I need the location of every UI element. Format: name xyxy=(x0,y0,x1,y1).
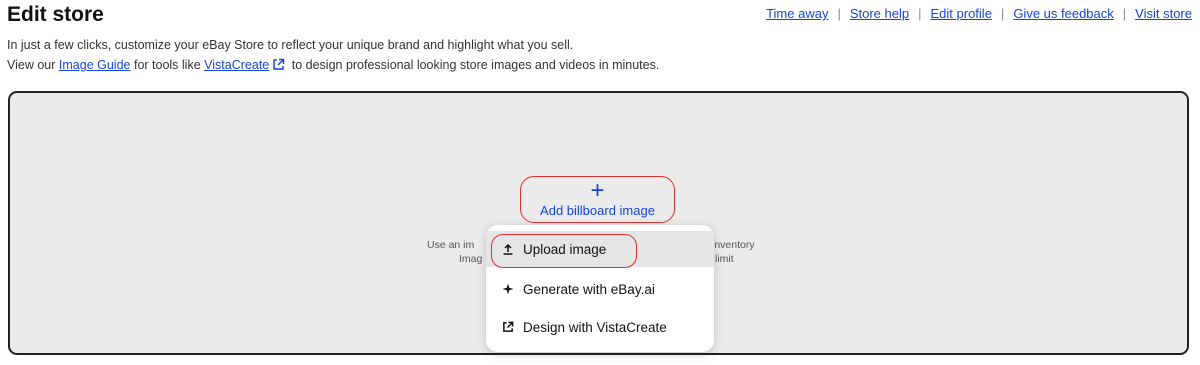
add-billboard-label: Add billboard image xyxy=(540,203,655,218)
design-label: Design with VistaCreate xyxy=(523,319,667,335)
link-separator: | xyxy=(1000,6,1005,21)
generate-with-ebay-ai-option[interactable]: Generate with eBay.ai xyxy=(486,271,714,307)
sparkle-icon xyxy=(501,282,515,296)
page-title: Edit store xyxy=(7,3,104,26)
header-links: Time away | Store help | Edit profile | … xyxy=(766,6,1192,21)
billboard-hint-text: inventory xyxy=(712,239,755,251)
generate-label: Generate with eBay.ai xyxy=(523,281,655,297)
store-help-link[interactable]: Store help xyxy=(850,6,909,21)
image-guide-link[interactable]: Image Guide xyxy=(59,58,131,72)
upload-icon xyxy=(501,242,515,256)
billboard-hint-text: limit xyxy=(715,253,734,265)
edit-profile-link[interactable]: Edit profile xyxy=(931,6,992,21)
tools-text-middle: for tools like xyxy=(133,58,201,72)
billboard-hint-text: Imag xyxy=(459,253,483,265)
time-away-link[interactable]: Time away xyxy=(766,6,828,21)
add-image-menu: Upload image Generate with eBay.ai Desig… xyxy=(486,225,714,352)
tools-text: View our Image Guide for tools like Vist… xyxy=(7,58,659,74)
upload-image-label: Upload image xyxy=(523,241,607,257)
intro-text: In just a few clicks, customize your eBa… xyxy=(7,38,574,52)
give-feedback-link[interactable]: Give us feedback xyxy=(1013,6,1113,21)
vistacreate-link[interactable]: VistaCreate xyxy=(204,58,269,72)
link-separator: | xyxy=(918,6,922,21)
link-separator: | xyxy=(837,6,841,21)
billboard-hint-text: Use an im xyxy=(427,239,475,251)
upload-image-option[interactable]: Upload image xyxy=(486,231,714,267)
tools-text-suffix: to design professional looking store ima… xyxy=(291,58,660,72)
add-billboard-image-button[interactable]: + Add billboard image xyxy=(520,176,675,223)
external-link-icon xyxy=(501,320,515,334)
link-separator: | xyxy=(1122,6,1127,21)
visit-store-link[interactable]: Visit store xyxy=(1135,6,1192,21)
plus-icon: + xyxy=(590,177,605,204)
tools-text-prefix: View our xyxy=(7,58,56,72)
design-with-vistacreate-option[interactable]: Design with VistaCreate xyxy=(486,309,714,345)
external-link-icon xyxy=(272,58,285,74)
